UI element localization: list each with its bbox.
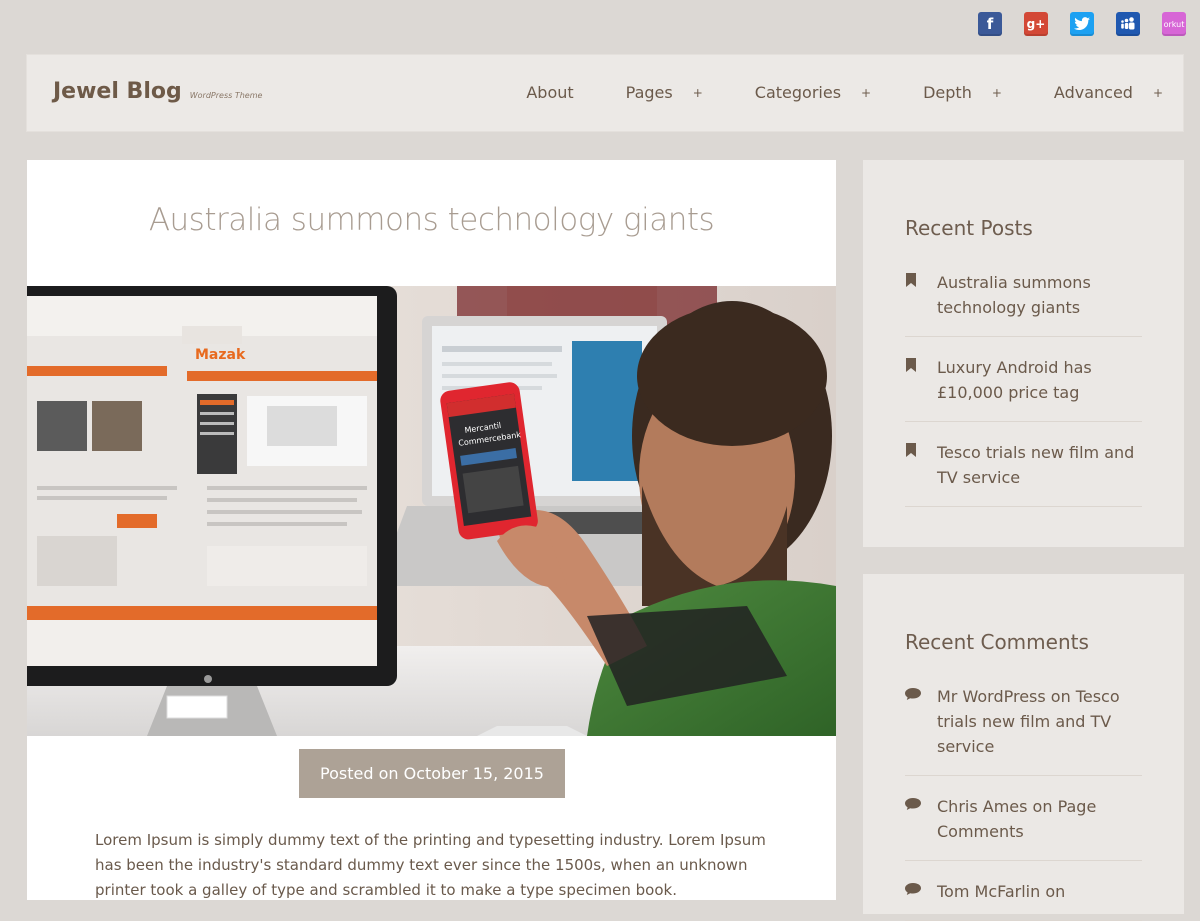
- social-links: f g+ orkut: [978, 12, 1186, 36]
- twitter-icon[interactable]: [1070, 12, 1094, 36]
- main-nav: About Pages + Categories + Depth + Advan…: [474, 83, 1163, 102]
- recent-post-link[interactable]: Luxury Android has £10,000 price tag: [937, 355, 1142, 405]
- expand-plus-icon[interactable]: +: [992, 86, 1002, 100]
- nav-item-depth[interactable]: Depth +: [923, 83, 1002, 102]
- nav-item-label[interactable]: Categories: [755, 83, 841, 102]
- nav-item-label[interactable]: About: [526, 83, 573, 102]
- recent-comments-list: Mr WordPress on Tesco trials new film an…: [905, 680, 1142, 921]
- nav-item-categories[interactable]: Categories +: [755, 83, 871, 102]
- comment-icon: [905, 684, 937, 759]
- site-tagline: WordPress Theme: [189, 91, 263, 100]
- featured-image[interactable]: Mazak Mercantil Commercebank: [27, 286, 836, 736]
- screen-site-logo: Mazak: [195, 347, 246, 363]
- recent-comment-link[interactable]: Tom McFarlin on: [937, 879, 1065, 904]
- facebook-icon[interactable]: f: [978, 12, 1002, 36]
- post-excerpt: Lorem Ipsum is simply dummy text of the …: [95, 831, 766, 899]
- nav-item-label[interactable]: Depth: [923, 83, 972, 102]
- myspace-icon[interactable]: [1116, 12, 1140, 36]
- list-item[interactable]: Tom McFarlin on: [905, 875, 1142, 921]
- recent-post-link[interactable]: Australia summons technology giants: [937, 270, 1142, 320]
- featured-photo: Mazak Mercantil Commercebank: [27, 286, 836, 736]
- twitter-bird-icon: [1074, 17, 1090, 30]
- brand: Jewel Blog WordPress Theme: [53, 79, 262, 104]
- list-item[interactable]: Tesco trials new film and TV service: [905, 436, 1142, 507]
- expand-plus-icon[interactable]: +: [861, 86, 871, 100]
- widget-title: Recent Comments: [905, 630, 1089, 654]
- bookmark-icon: [905, 355, 937, 405]
- nav-item-advanced[interactable]: Advanced +: [1054, 83, 1163, 102]
- recent-posts-list: Australia summons technology giants Luxu…: [905, 266, 1142, 507]
- myspace-people-icon: [1121, 17, 1135, 30]
- comment-icon: [905, 794, 937, 844]
- bookmark-icon: [905, 270, 937, 320]
- google-plus-icon[interactable]: g+: [1024, 12, 1048, 36]
- list-item[interactable]: Chris Ames on Page Comments: [905, 790, 1142, 861]
- site-header: Jewel Blog WordPress Theme About Pages +…: [26, 54, 1184, 132]
- post-title[interactable]: Australia summons technology giants: [27, 202, 836, 238]
- bookmark-icon: [905, 440, 937, 490]
- orkut-icon[interactable]: orkut: [1162, 12, 1186, 36]
- recent-posts-widget: Recent Posts Australia summons technolog…: [863, 160, 1184, 547]
- widget-title: Recent Posts: [905, 216, 1033, 240]
- nav-item-pages[interactable]: Pages +: [626, 83, 703, 102]
- post-article: Australia summons technology giants Maza…: [27, 160, 836, 900]
- list-item[interactable]: Australia summons technology giants: [905, 266, 1142, 337]
- recent-comments-widget: Recent Comments Mr WordPress on Tesco tr…: [863, 574, 1184, 921]
- recent-comment-link[interactable]: Chris Ames on Page Comments: [937, 794, 1142, 844]
- posted-date-badge[interactable]: Posted on October 15, 2015: [299, 749, 565, 798]
- nav-item-label[interactable]: Pages: [626, 83, 673, 102]
- expand-plus-icon[interactable]: +: [693, 86, 703, 100]
- recent-post-link[interactable]: Tesco trials new film and TV service: [937, 440, 1142, 490]
- recent-comment-link[interactable]: Mr WordPress on Tesco trials new film an…: [937, 684, 1142, 759]
- nav-item-label[interactable]: Advanced: [1054, 83, 1133, 102]
- list-item[interactable]: Mr WordPress on Tesco trials new film an…: [905, 680, 1142, 776]
- site-title[interactable]: Jewel Blog: [53, 79, 182, 104]
- comment-icon: [905, 879, 937, 904]
- nav-item-about[interactable]: About: [526, 83, 573, 102]
- expand-plus-icon[interactable]: +: [1153, 86, 1163, 100]
- list-item[interactable]: Luxury Android has £10,000 price tag: [905, 351, 1142, 422]
